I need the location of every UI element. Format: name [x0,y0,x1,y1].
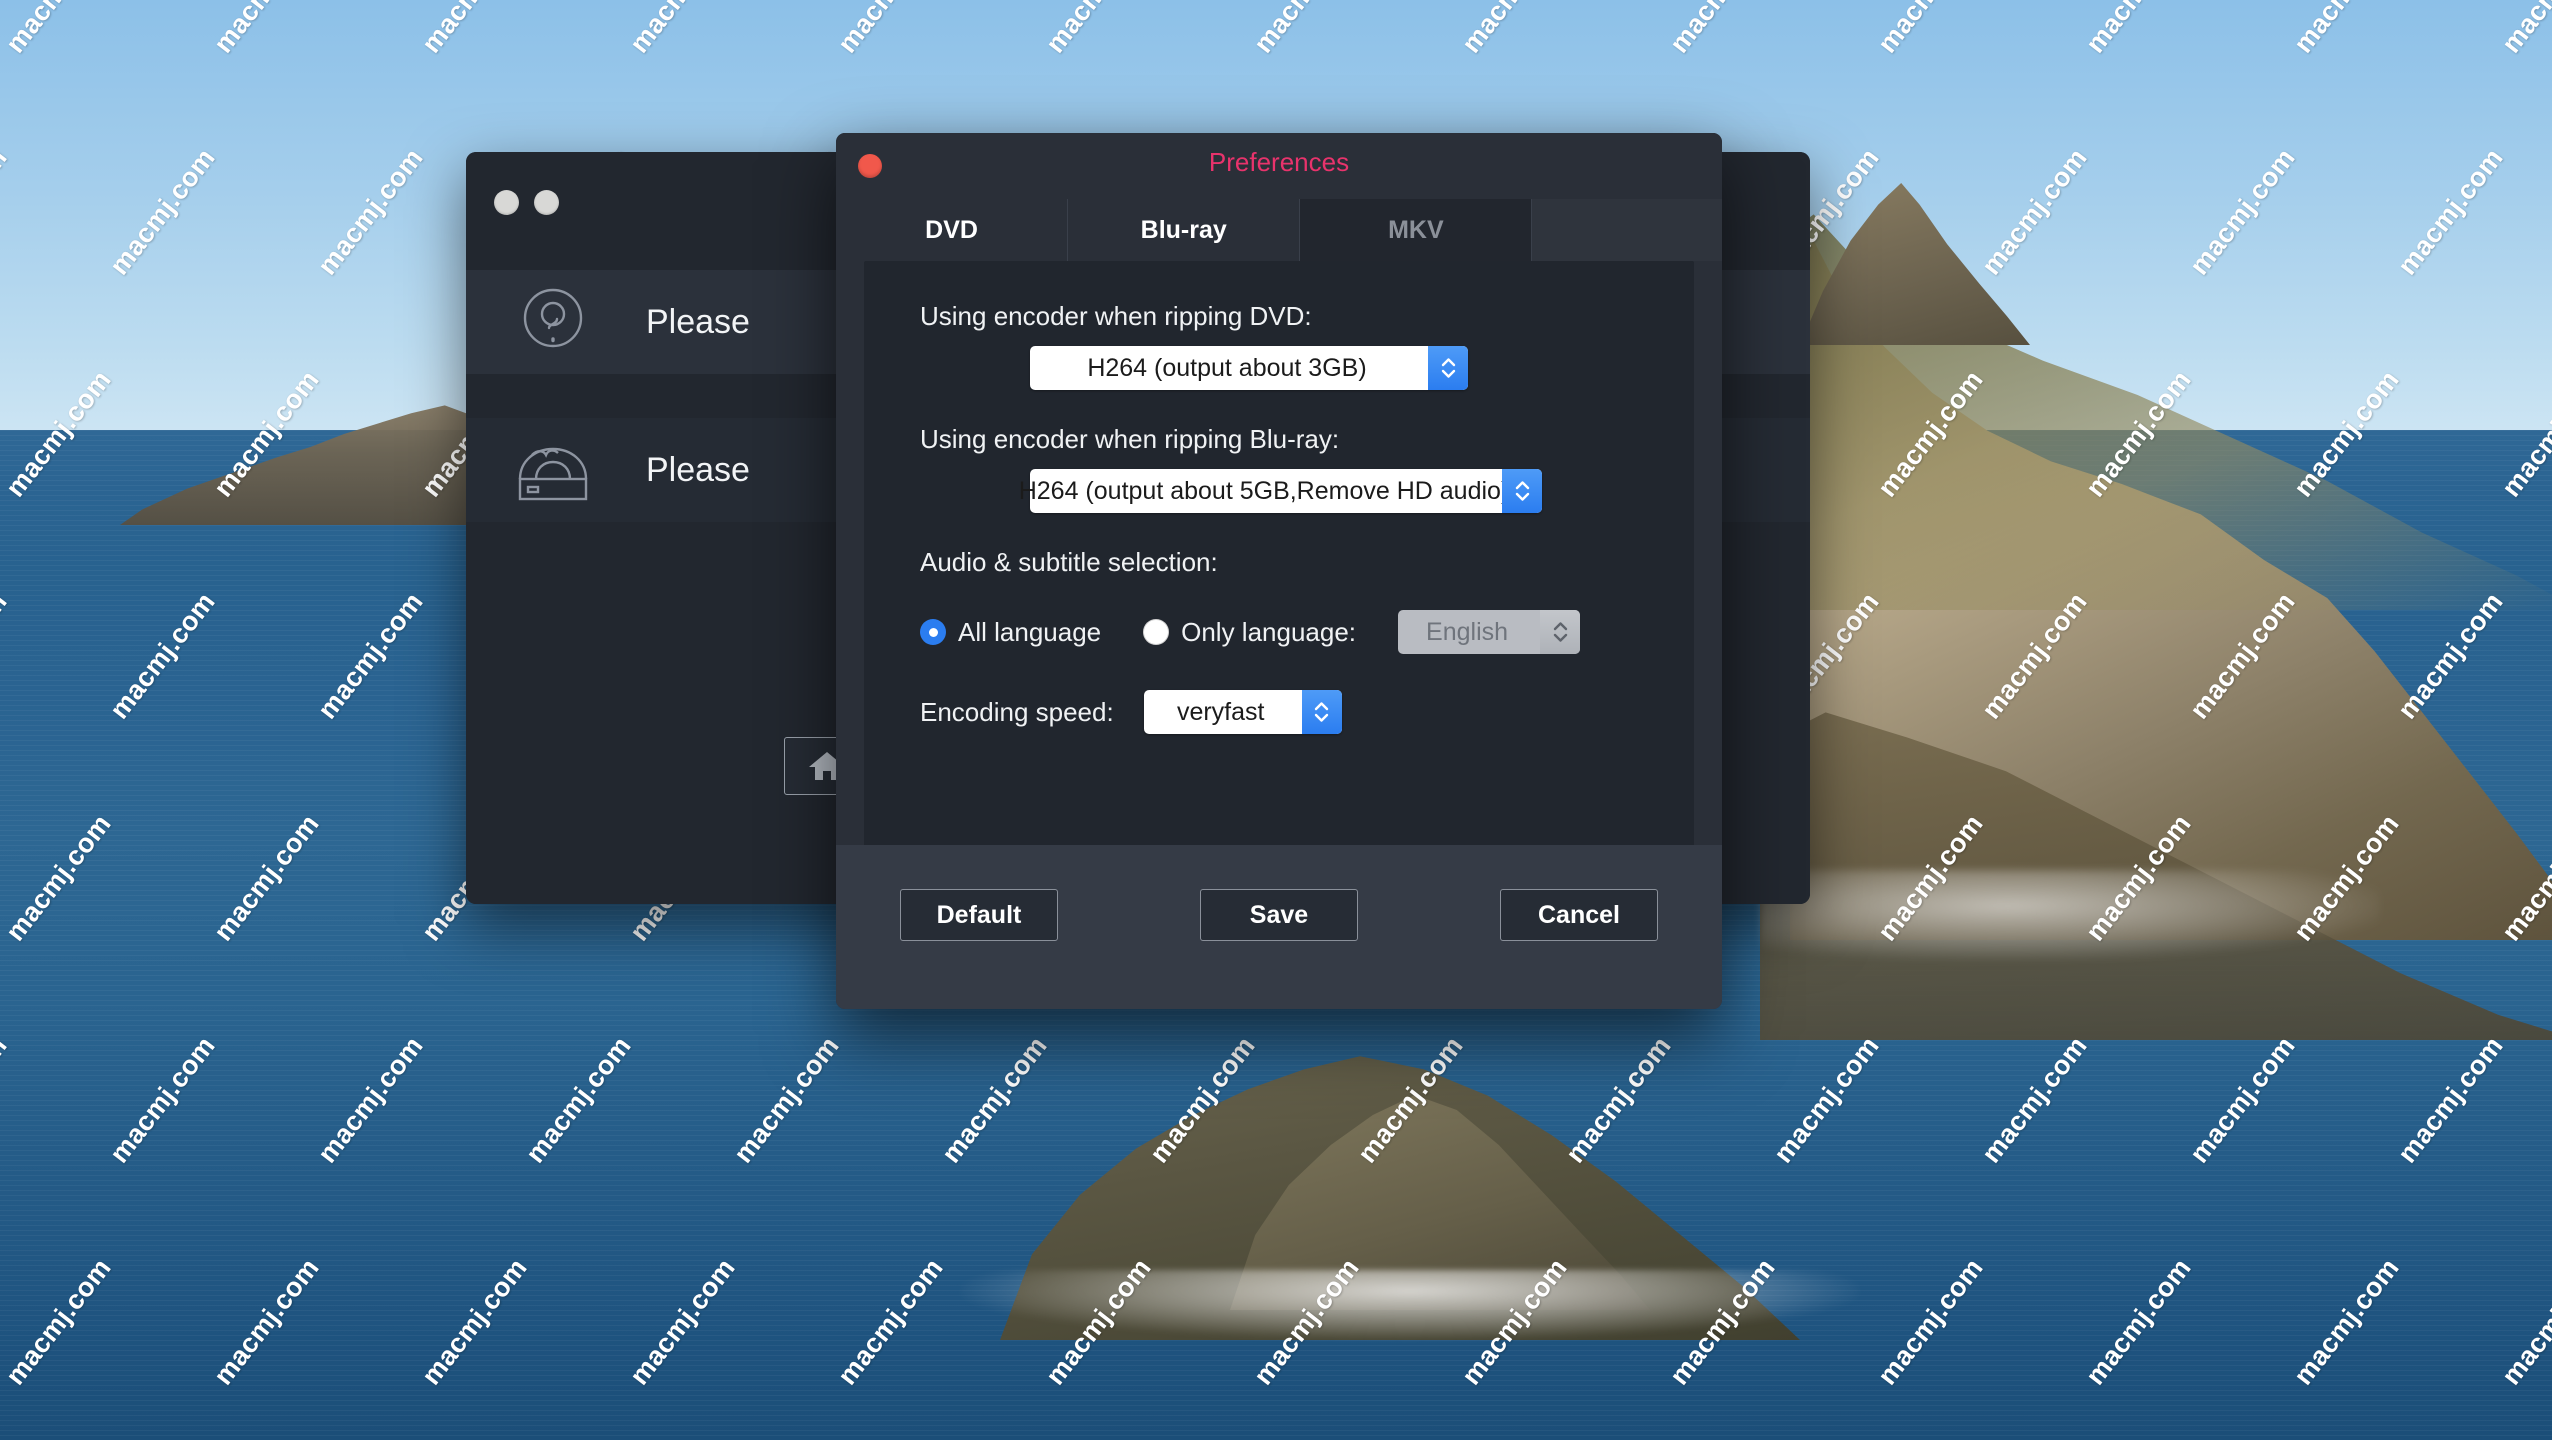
bluray-encoder-value: H264 (output about 5GB,Remove HD audio) [1018,476,1510,505]
bluray-encoder-label: Using encoder when ripping Blu-ray: [920,424,1340,454]
watermark: macmj.com [1248,0,1366,59]
page-title: Preferences [1208,147,1350,177]
watermark: macmj.com [832,0,950,59]
cancel-button[interactable]: Cancel [1500,889,1658,941]
watermark: macmj.com [104,142,221,281]
language-select[interactable]: English [1398,610,1581,654]
wallpaper-surf-center [960,1270,1860,1340]
watermark: macmj.com [0,0,118,59]
tab-dvd[interactable]: DVD [836,199,1069,261]
bluray-encoder-select[interactable]: H264 (output about 5GB,Remove HD audio) [1018,469,1542,513]
tab-bar-filler [1532,199,1722,261]
chevron-updown-icon[interactable] [1540,610,1581,654]
wallpaper-surf-right [1760,870,2380,960]
radio-only-language[interactable] [1143,619,1170,645]
watermark: macmj.com [1976,142,2093,281]
tab-bar: DVD Blu-ray MKV [836,199,1722,261]
tab-label: DVD [925,215,978,244]
watermark: macmj.com [208,0,326,59]
preferences-dialog[interactable]: Preferences DVD Blu-ray MKV Using encode… [836,133,1722,1009]
default-button[interactable]: Default [900,889,1058,941]
watermark: macmj.com [1872,0,1990,59]
save-button-label: Save [1249,900,1309,929]
save-button[interactable]: Save [1200,889,1358,941]
chevron-updown-icon[interactable] [1301,690,1342,734]
minimize-button[interactable] [534,190,559,215]
tab-bluray[interactable]: Blu-ray [1068,199,1301,261]
disc-drive-icon [510,427,596,513]
dvd-encoder-value: H264 (output about 3GB) [1087,353,1367,382]
watermark: macmj.com [2496,0,2552,59]
watermark: macmj.com [312,142,429,281]
watermark: macmj.com [416,0,534,59]
dvd-encoder-select[interactable]: H264 (output about 3GB) [1030,346,1468,390]
preferences-content: Using encoder when ripping DVD: H264 (ou… [864,261,1694,879]
radio-all-language-label: All language [958,616,1102,647]
chevron-updown-icon[interactable] [1428,346,1468,390]
chevron-updown-icon[interactable] [1502,469,1542,513]
watermark: macmj.com [1664,0,1782,59]
watermark: macmj.com [0,142,13,281]
disc-question-icon [510,279,596,365]
audio-subtitle-label: Audio & subtitle selection: [920,547,1218,577]
watermark: macmj.com [1040,0,1158,59]
watermark: macmj.com [1456,0,1574,59]
watermark: macmj.com [2184,142,2301,281]
tab-mkv[interactable]: MKV [1300,199,1533,261]
close-button[interactable] [494,190,519,215]
dvd-encoder-label: Using encoder when ripping DVD: [920,301,1312,331]
tab-label: Blu-ray [1140,215,1227,244]
watermark: macmj.com [2288,0,2406,59]
watermark: macmj.com [2080,0,2198,59]
watermark: macmj.com [2392,142,2509,281]
tab-label: MKV [1388,215,1444,244]
default-button-label: Default [936,900,1022,929]
encoding-speed-label: Encoding speed: [920,696,1114,727]
encoding-speed-row: Encoding speed: veryfast [920,690,1694,734]
list-item-label: Please [646,450,750,489]
desktop: macmj.com macmj.com macmj.com macmj.com macm… [0,0,2552,1440]
preferences-titlebar: Preferences [836,133,1722,199]
preferences-footer: Default Save Cancel [836,845,1722,1009]
cancel-button-label: Cancel [1538,900,1620,929]
language-radio-group: All language Only language: English [920,610,1694,654]
list-item-label: Please [646,302,750,341]
radio-all-language[interactable] [920,619,946,645]
watermark: macmj.com [624,0,742,59]
radio-only-language-label: Only language: [1181,616,1357,647]
encoding-speed-select[interactable]: veryfast [1143,690,1342,734]
